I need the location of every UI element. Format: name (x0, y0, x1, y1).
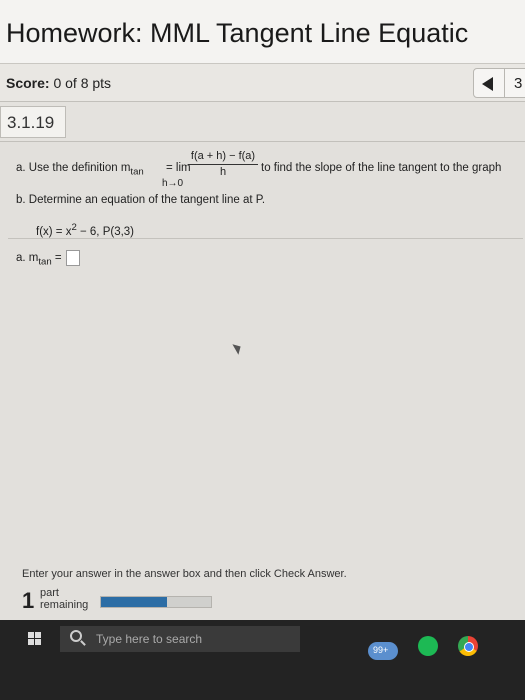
progress-fill (101, 597, 167, 607)
function-start: f(x) = x (36, 225, 72, 238)
score-label: Score: (6, 75, 50, 91)
parts-remaining-count: 1 (22, 588, 35, 613)
search-placeholder: Type here to search (96, 632, 203, 646)
part-a-rest: to find the slope of the line tangent to… (261, 162, 502, 174)
question-id-box: 3.1.19 (0, 106, 66, 138)
question-number[interactable]: 3 (514, 75, 522, 92)
instructions-text: Enter your answer in the answer box and … (22, 568, 347, 580)
parts-label-line2: remaining (40, 599, 89, 611)
progress-row: 1 part remaining (0, 584, 525, 620)
part-a-text: a. Use the definition mtan = lim f(a + h… (16, 150, 501, 189)
nav-divider (504, 69, 505, 97)
part-a-prefix: a. Use the definition m (16, 162, 131, 174)
answer-sub: tan (38, 256, 52, 268)
page-title: Homework: MML Tangent Line Equatic (6, 18, 469, 48)
content-separator (8, 238, 523, 239)
progress-bar (100, 596, 212, 608)
limit-under: h→0 (162, 178, 184, 189)
chrome-icon[interactable] (458, 636, 478, 656)
previous-question-icon[interactable] (482, 77, 493, 91)
answer-input[interactable] (66, 250, 80, 266)
badge-count: 99+ (373, 645, 389, 655)
function-text: f(x) = x2 − 6, P(3,3) (36, 222, 134, 238)
part-a-sub: tan (130, 166, 144, 178)
question-id-bar: 3.1.19 (0, 102, 525, 142)
spotify-icon[interactable] (418, 636, 438, 656)
limit-text: = lim (166, 162, 191, 174)
mouse-cursor-icon (232, 341, 244, 355)
answer-label: a. m (16, 252, 39, 264)
fraction-numerator: f(a + h) − f(a) (188, 150, 258, 165)
difference-quotient: f(a + h) − f(a) h (188, 150, 258, 178)
parts-label-line1: part (40, 587, 59, 599)
question-id: 3.1.19 (7, 113, 55, 132)
score-bar: Score: 0 of 8 pts 3 (0, 64, 525, 102)
answer-row: a. mtan = (16, 250, 80, 268)
fraction-denominator: h (219, 166, 227, 178)
function-rest: − 6, P(3,3) (76, 225, 135, 238)
taskbar: Type here to search 99+ (0, 620, 525, 700)
answer-equals: = (54, 252, 62, 264)
question-nav[interactable]: 3 (473, 68, 525, 98)
taskbar-search[interactable]: Type here to search (60, 626, 300, 652)
parts-remaining-label: part remaining (40, 587, 88, 611)
windows-start-icon[interactable] (28, 632, 42, 646)
part-b-text: b. Determine an equation of the tangent … (16, 194, 266, 206)
score-text: Score: 0 of 8 pts (6, 75, 111, 91)
question-content: a. Use the definition mtan = lim f(a + h… (0, 142, 525, 584)
taskbar-app-badge-icon[interactable]: 99+ (368, 642, 398, 660)
search-icon (70, 630, 82, 642)
score-value: 0 of 8 pts (53, 75, 112, 91)
title-bar: Homework: MML Tangent Line Equatic (0, 0, 525, 64)
